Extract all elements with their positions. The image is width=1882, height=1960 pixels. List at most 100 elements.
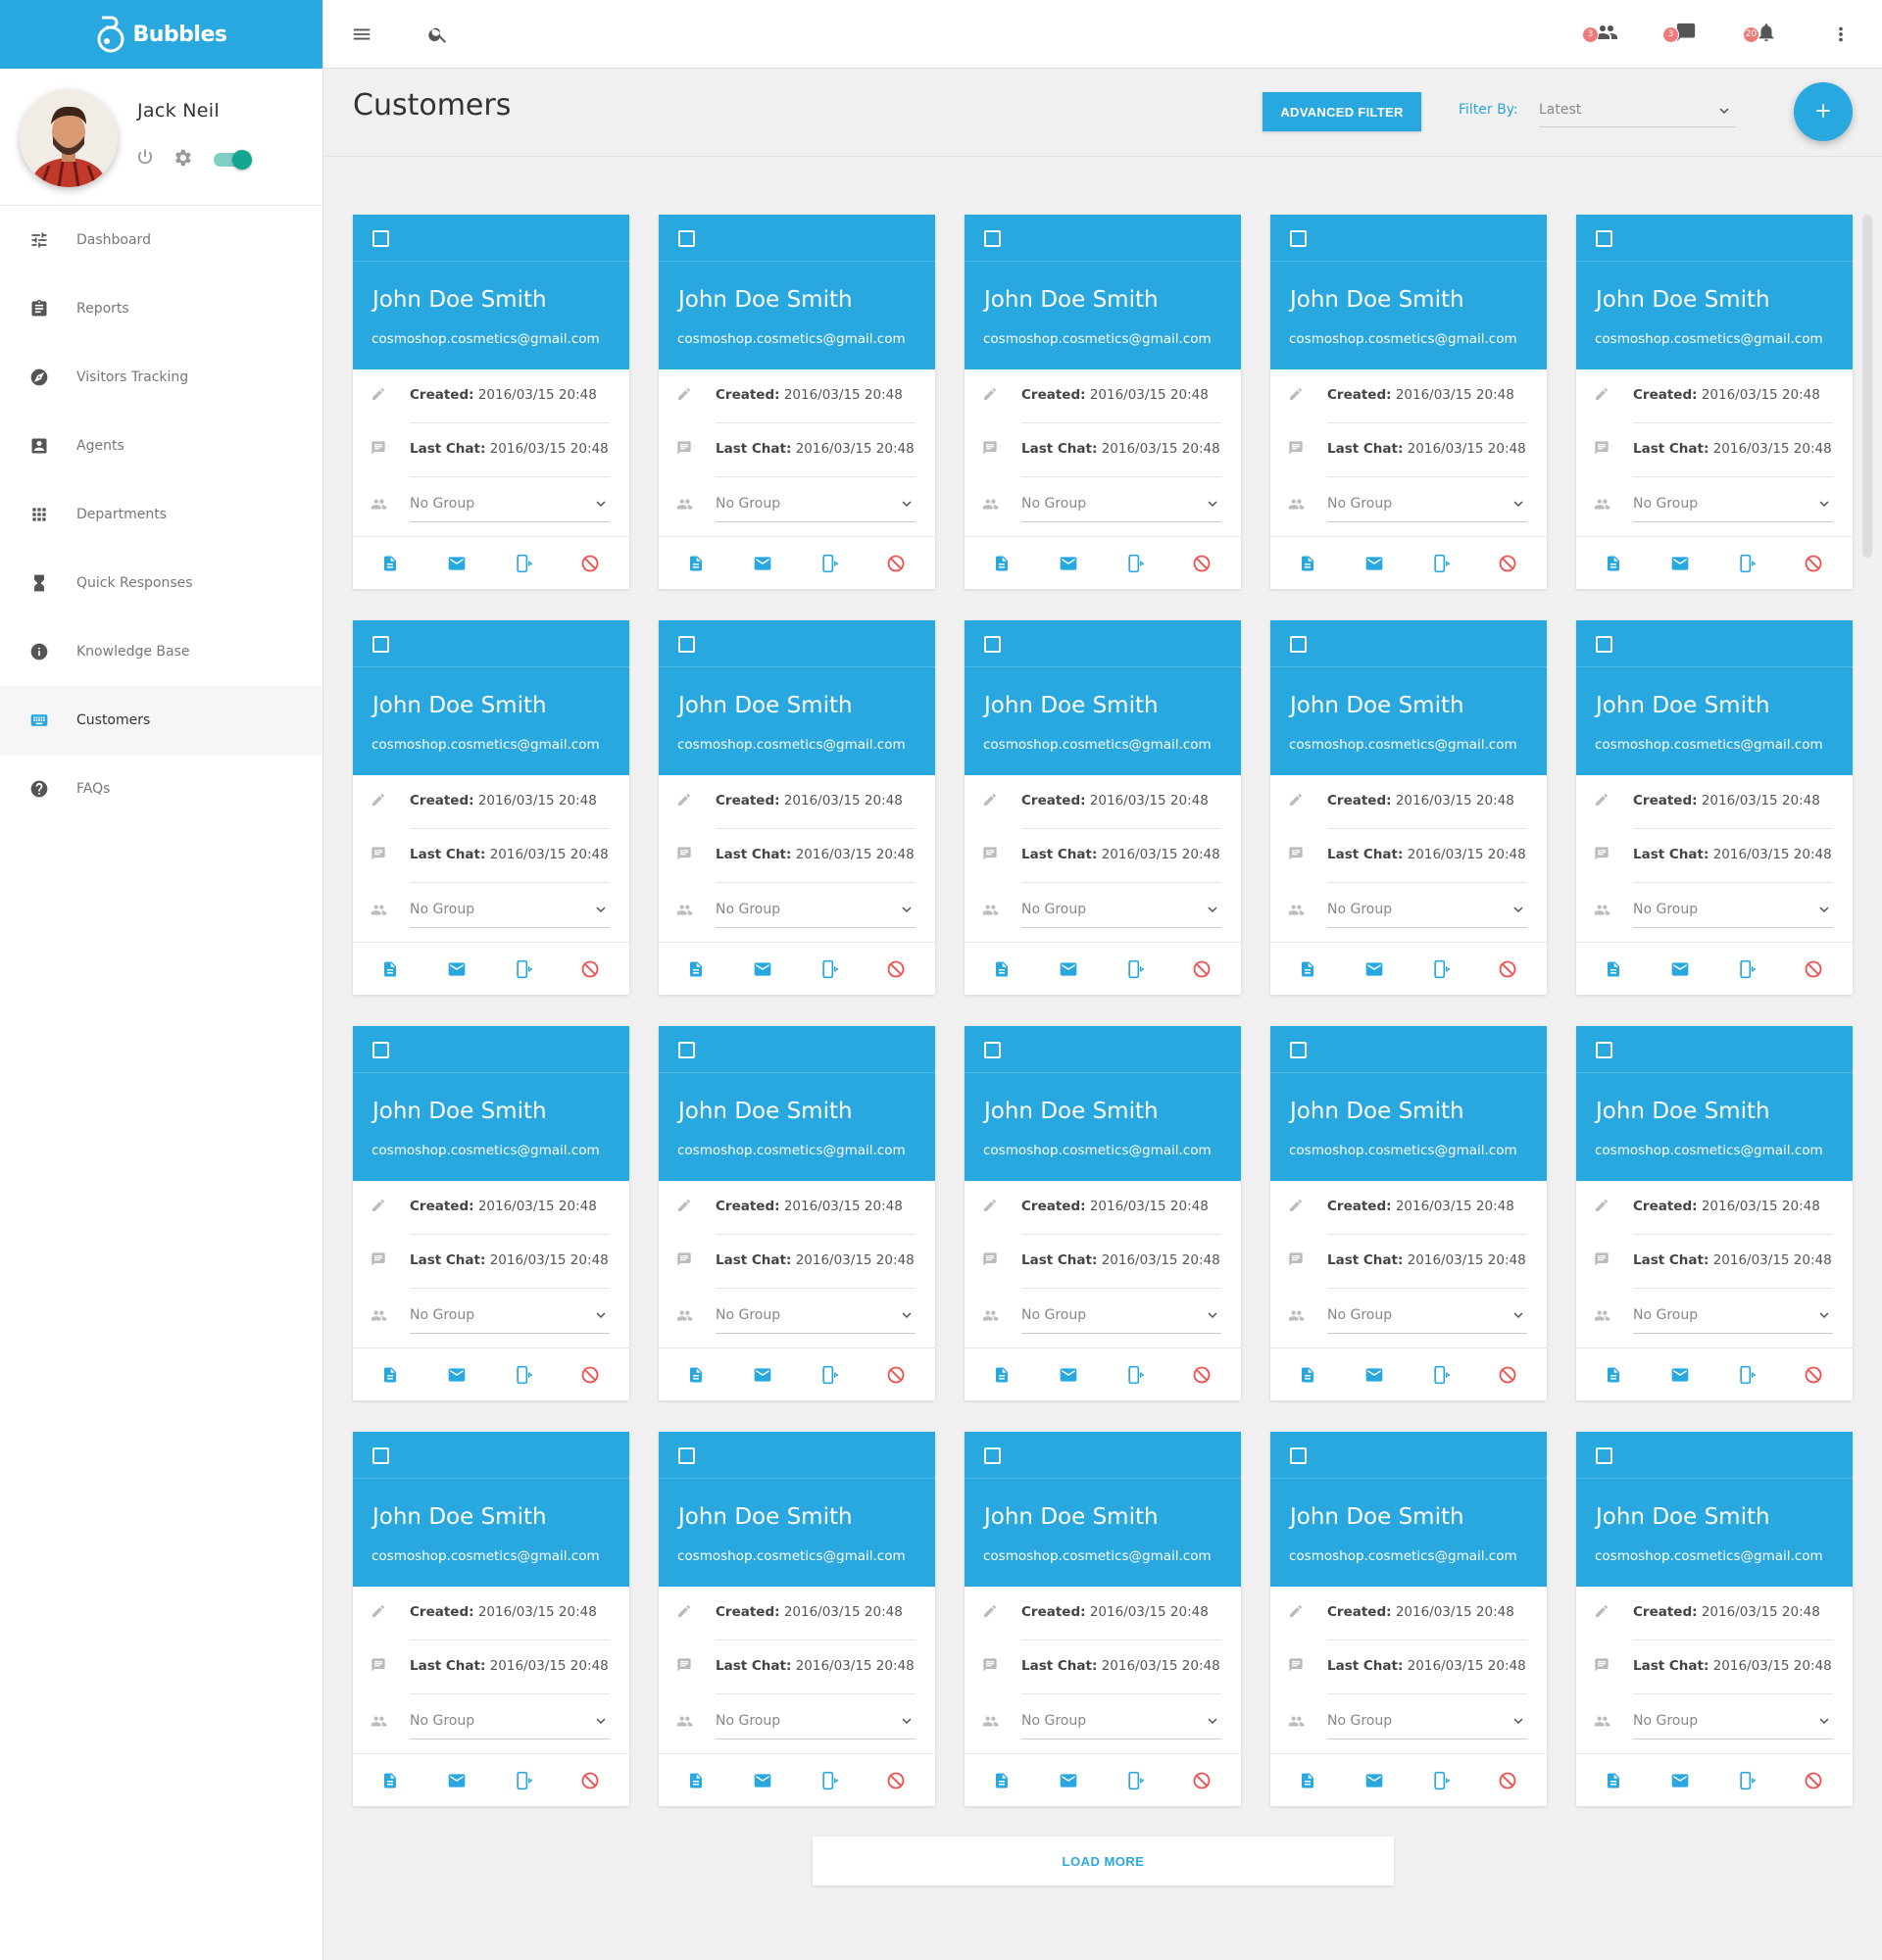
phone-vibrate-icon[interactable]: [1713, 959, 1780, 979]
mail-icon[interactable]: [1647, 554, 1713, 573]
group-select[interactable]: No Group: [1327, 893, 1527, 928]
document-icon[interactable]: [1580, 1771, 1647, 1790]
group-select[interactable]: No Group: [1633, 893, 1833, 928]
document-icon[interactable]: [357, 554, 423, 573]
select-checkbox[interactable]: [1290, 1447, 1307, 1464]
mail-icon[interactable]: [423, 1771, 490, 1790]
block-icon[interactable]: [557, 1771, 623, 1790]
group-select[interactable]: No Group: [716, 1704, 916, 1740]
mail-icon[interactable]: [729, 1365, 796, 1385]
group-select[interactable]: No Group: [1021, 893, 1221, 928]
block-icon[interactable]: [1474, 1365, 1541, 1385]
block-icon[interactable]: [1780, 1365, 1847, 1385]
phone-vibrate-icon[interactable]: [1713, 1771, 1780, 1790]
select-checkbox[interactable]: [1596, 1447, 1612, 1464]
mail-icon[interactable]: [1647, 1365, 1713, 1385]
document-icon[interactable]: [357, 959, 423, 979]
phone-vibrate-icon[interactable]: [1102, 1365, 1168, 1385]
group-select[interactable]: No Group: [1021, 487, 1221, 522]
block-icon[interactable]: [1780, 959, 1847, 979]
document-icon[interactable]: [1274, 959, 1341, 979]
mail-icon[interactable]: [423, 554, 490, 573]
sidebar-item-faqs[interactable]: FAQs: [0, 755, 322, 823]
block-icon[interactable]: [1780, 554, 1847, 573]
load-more-button[interactable]: LOAD MORE: [813, 1837, 1394, 1886]
select-checkbox[interactable]: [1596, 1042, 1612, 1058]
brand-header[interactable]: Bubbles: [0, 0, 322, 69]
scrollbar[interactable]: [1862, 215, 1872, 558]
block-icon[interactable]: [1780, 1771, 1847, 1790]
people-notification[interactable]: 3: [1582, 24, 1618, 45]
phone-vibrate-icon[interactable]: [1713, 1365, 1780, 1385]
advanced-filter-button[interactable]: ADVANCED FILTER: [1263, 92, 1421, 131]
alerts-notification[interactable]: 20: [1743, 24, 1777, 45]
mail-icon[interactable]: [1035, 959, 1102, 979]
group-select[interactable]: No Group: [410, 487, 610, 522]
sidebar-item-knowledge-base[interactable]: Knowledge Base: [0, 617, 322, 686]
document-icon[interactable]: [1274, 1771, 1341, 1790]
document-icon[interactable]: [663, 959, 729, 979]
block-icon[interactable]: [863, 1771, 929, 1790]
group-select[interactable]: No Group: [1327, 487, 1527, 522]
sidebar-item-departments[interactable]: Departments: [0, 480, 322, 549]
mail-icon[interactable]: [1341, 959, 1408, 979]
phone-vibrate-icon[interactable]: [1408, 959, 1474, 979]
mail-icon[interactable]: [1647, 1771, 1713, 1790]
sidebar-item-visitors-tracking[interactable]: Visitors Tracking: [0, 343, 322, 412]
select-checkbox[interactable]: [1596, 230, 1612, 247]
sidebar-item-dashboard[interactable]: Dashboard: [0, 206, 322, 274]
group-select[interactable]: No Group: [1327, 1298, 1527, 1334]
mail-icon[interactable]: [729, 1771, 796, 1790]
document-icon[interactable]: [968, 554, 1035, 573]
block-icon[interactable]: [1474, 959, 1541, 979]
phone-vibrate-icon[interactable]: [796, 1771, 863, 1790]
phone-vibrate-icon[interactable]: [796, 959, 863, 979]
phone-vibrate-icon[interactable]: [1408, 1771, 1474, 1790]
select-checkbox[interactable]: [984, 1447, 1001, 1464]
mail-icon[interactable]: [1035, 554, 1102, 573]
phone-vibrate-icon[interactable]: [1102, 959, 1168, 979]
group-select[interactable]: No Group: [1327, 1704, 1527, 1740]
select-checkbox[interactable]: [372, 230, 389, 247]
avatar[interactable]: [20, 89, 118, 187]
group-select[interactable]: No Group: [716, 487, 916, 522]
select-checkbox[interactable]: [372, 636, 389, 653]
phone-vibrate-icon[interactable]: [1102, 1771, 1168, 1790]
block-icon[interactable]: [863, 554, 929, 573]
select-checkbox[interactable]: [1290, 230, 1307, 247]
block-icon[interactable]: [557, 554, 623, 573]
group-select[interactable]: No Group: [410, 893, 610, 928]
block-icon[interactable]: [863, 1365, 929, 1385]
phone-vibrate-icon[interactable]: [1713, 554, 1780, 573]
add-customer-button[interactable]: [1794, 82, 1853, 141]
select-checkbox[interactable]: [678, 636, 695, 653]
select-checkbox[interactable]: [984, 636, 1001, 653]
phone-vibrate-icon[interactable]: [796, 554, 863, 573]
block-icon[interactable]: [1168, 554, 1235, 573]
group-select[interactable]: No Group: [716, 1298, 916, 1334]
block-icon[interactable]: [1474, 554, 1541, 573]
group-select[interactable]: No Group: [1633, 1298, 1833, 1334]
select-checkbox[interactable]: [372, 1447, 389, 1464]
power-icon[interactable]: [135, 147, 155, 171]
filter-by-select[interactable]: Latest: [1539, 92, 1735, 127]
group-select[interactable]: No Group: [1633, 487, 1833, 522]
mail-icon[interactable]: [1647, 959, 1713, 979]
document-icon[interactable]: [357, 1365, 423, 1385]
select-checkbox[interactable]: [678, 1042, 695, 1058]
mail-icon[interactable]: [423, 959, 490, 979]
document-icon[interactable]: [968, 959, 1035, 979]
group-select[interactable]: No Group: [410, 1704, 610, 1740]
sidebar-item-reports[interactable]: Reports: [0, 274, 322, 343]
select-checkbox[interactable]: [1290, 1042, 1307, 1058]
phone-vibrate-icon[interactable]: [1408, 1365, 1474, 1385]
phone-vibrate-icon[interactable]: [490, 554, 557, 573]
mail-icon[interactable]: [729, 554, 796, 573]
block-icon[interactable]: [1168, 1771, 1235, 1790]
mail-icon[interactable]: [1035, 1771, 1102, 1790]
settings-gear-icon[interactable]: [172, 147, 193, 172]
phone-vibrate-icon[interactable]: [1408, 554, 1474, 573]
phone-vibrate-icon[interactable]: [1102, 554, 1168, 573]
document-icon[interactable]: [663, 1365, 729, 1385]
select-checkbox[interactable]: [1596, 636, 1612, 653]
